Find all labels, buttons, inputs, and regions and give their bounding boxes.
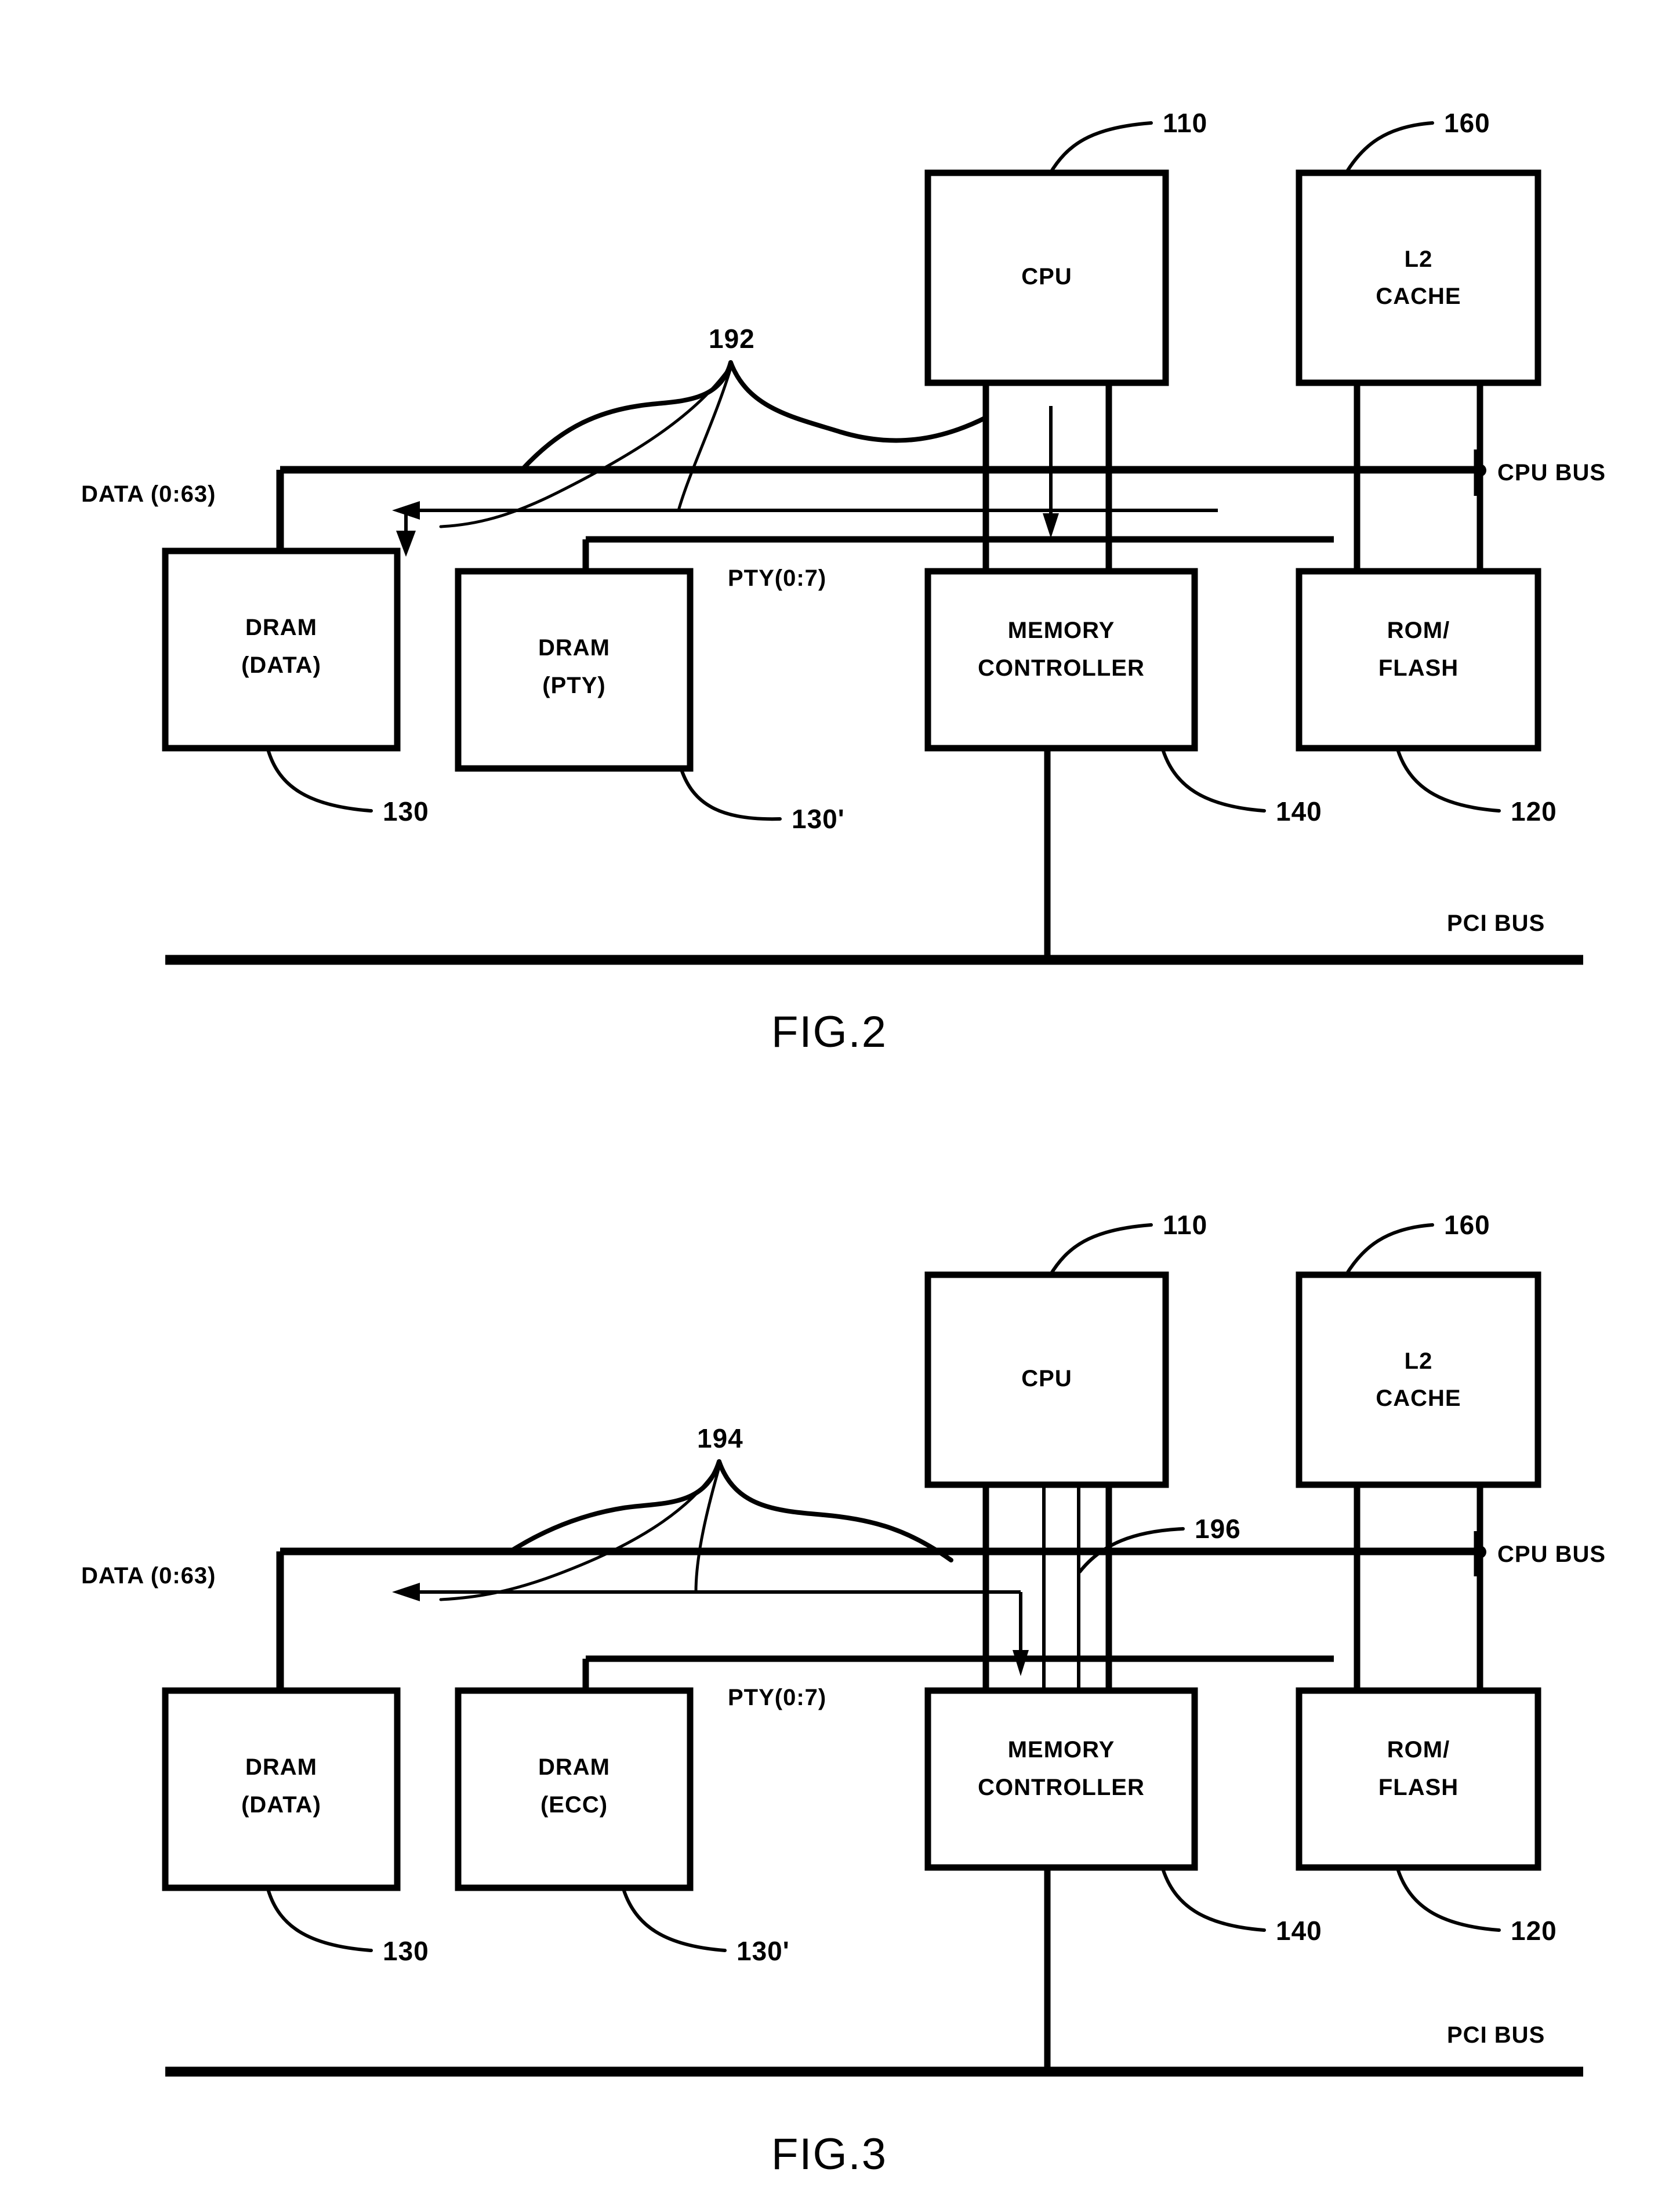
- figure-2: CPU L2 CACHE DRAM (DATA) DRAM (PTY) MEMO…: [0, 0, 1658, 1102]
- ref-callout-196: 196: [1195, 1514, 1241, 1544]
- block-cpu-label: CPU: [1021, 1366, 1072, 1391]
- leader-romflash-120: [1396, 748, 1501, 813]
- leader-cpu-110: [1048, 121, 1153, 176]
- ref-dram-ecc-130p: 130': [737, 1936, 790, 1966]
- leader-dram-ecc-130p: [622, 1887, 727, 1952]
- block-dram-data[interactable]: [162, 1687, 401, 1891]
- leader-dram-pty-130p: [680, 768, 782, 821]
- ref-romflash-120: 120: [1511, 1916, 1557, 1946]
- label-pci-bus: PCI BUS: [1447, 911, 1545, 936]
- block-rom-flash-label-2: FLASH: [1378, 1775, 1459, 1800]
- block-dram-data-label-2: (DATA): [241, 652, 321, 678]
- ref-memctl-140: 140: [1276, 1916, 1322, 1946]
- data-return-arrowhead-left: [392, 1583, 420, 1601]
- block-l2-cache-label-1: L2: [1405, 1348, 1433, 1374]
- ref-l2-160: 160: [1444, 1210, 1490, 1240]
- block-dram-data-label-2: (DATA): [241, 1792, 321, 1818]
- block-rom-flash-label-2: FLASH: [1378, 655, 1459, 681]
- ref-l2-160: 160: [1444, 108, 1490, 138]
- ref-callout-194: 194: [697, 1423, 743, 1453]
- block-dram-pty-label-1: DRAM: [538, 635, 610, 661]
- block-dram-ecc[interactable]: [455, 1687, 694, 1891]
- leader-memctl-140: [1161, 1867, 1266, 1932]
- leader-romflash-120: [1396, 1867, 1501, 1932]
- figure-3-caption: FIG.3: [771, 2130, 887, 2179]
- ref-memctl-140: 140: [1276, 796, 1322, 826]
- label-data-bus: DATA (0:63): [81, 1563, 216, 1589]
- callout-192-lower-leader-b: [677, 362, 734, 512]
- leader-memctl-140: [1161, 748, 1266, 813]
- block-dram-data-label-1: DRAM: [245, 1754, 317, 1780]
- block-memory-controller-label-1: MEMORY: [1008, 618, 1115, 643]
- ref-dram-data-130: 130: [383, 1936, 429, 1966]
- block-dram-data[interactable]: [162, 547, 401, 752]
- ref-dram-data-130: 130: [383, 796, 429, 826]
- label-pty-bus: PTY(0:7): [728, 565, 826, 591]
- ref-cpu-110: 110: [1163, 1210, 1207, 1240]
- label-pci-bus: PCI BUS: [1447, 2022, 1545, 2048]
- ref-romflash-120: 120: [1511, 796, 1557, 826]
- block-memory-controller-label-1: MEMORY: [1008, 1737, 1115, 1763]
- label-data-bus: DATA (0:63): [81, 481, 216, 507]
- block-dram-ecc-label-2: (ECC): [540, 1792, 608, 1818]
- block-rom-flash-label-1: ROM/: [1387, 618, 1450, 643]
- figure-2-caption: FIG.2: [771, 1007, 887, 1057]
- leader-dram-data-130: [266, 1887, 373, 1952]
- callout-194-upper-leader-right: [717, 1459, 953, 1562]
- callout-194-lower-leader-a: [439, 1462, 722, 1601]
- block-l2-cache-label-2: CACHE: [1376, 1386, 1461, 1411]
- leader-l2-160: [1344, 1223, 1434, 1278]
- block-l2-cache[interactable]: [1296, 169, 1541, 386]
- block-memory-controller-label-2: CONTROLLER: [978, 1775, 1145, 1800]
- figure-3: CPU L2 CACHE DRAM (DATA) DRAM (ECC) MEMO…: [0, 1102, 1658, 2212]
- cpu-channel-pointer-arrow: [1043, 513, 1059, 538]
- block-rom-flash-label-1: ROM/: [1387, 1737, 1450, 1763]
- block-dram-pty-label-2: (PTY): [542, 673, 605, 698]
- leader-l2-160: [1344, 121, 1434, 176]
- ref-cpu-110: 110: [1163, 108, 1207, 138]
- data-return-arrowhead-right-down: [1013, 1650, 1029, 1676]
- ref-callout-192: 192: [709, 324, 755, 354]
- block-l2-cache-label-1: L2: [1405, 246, 1433, 272]
- block-l2-cache[interactable]: [1296, 1271, 1541, 1488]
- block-cpu-label: CPU: [1021, 264, 1072, 289]
- callout-192-lower-leader-a: [439, 362, 734, 528]
- label-cpu-bus: CPU BUS: [1497, 1542, 1606, 1567]
- leader-cpu-110: [1048, 1223, 1153, 1278]
- ref-dram-pty-130p: 130': [792, 804, 845, 834]
- block-dram-data-label-1: DRAM: [245, 615, 317, 640]
- label-pty-bus: PTY(0:7): [728, 1685, 826, 1710]
- block-l2-cache-label-2: CACHE: [1376, 284, 1461, 309]
- block-dram-ecc-label-1: DRAM: [538, 1754, 610, 1780]
- block-dram-pty[interactable]: [455, 568, 694, 772]
- callout-194-upper-leader-left: [508, 1459, 721, 1554]
- patent-drawing-page: CPU L2 CACHE DRAM (DATA) DRAM (PTY) MEMO…: [0, 0, 1658, 2212]
- label-cpu-bus: CPU BUS: [1497, 460, 1606, 485]
- block-memory-controller-label-2: CONTROLLER: [978, 655, 1145, 681]
- leader-dram-data-130: [266, 748, 373, 813]
